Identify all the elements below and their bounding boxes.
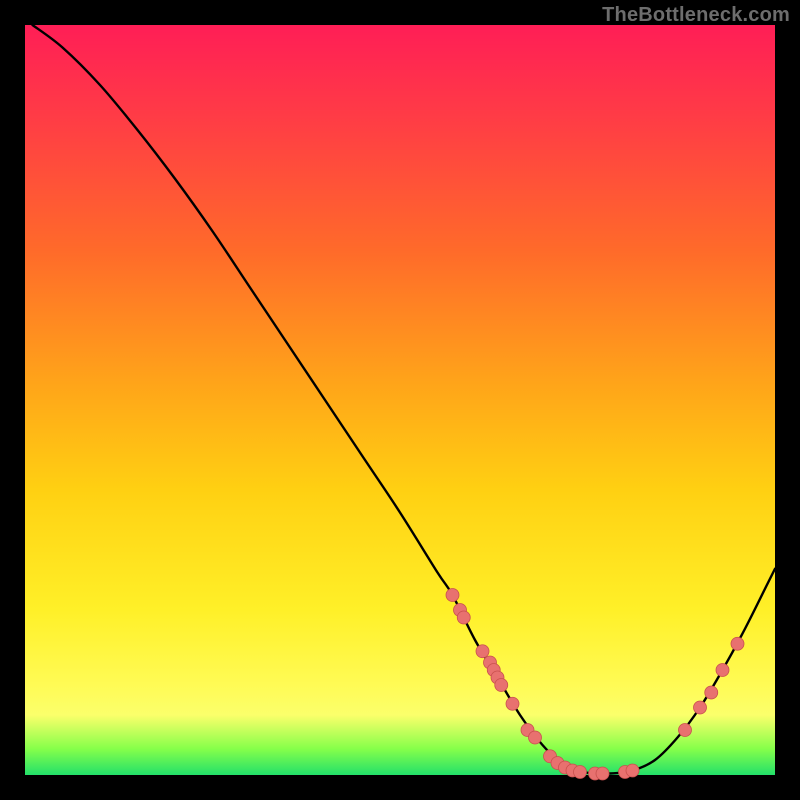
curve-marker	[596, 767, 609, 780]
curve-marker	[731, 637, 744, 650]
chart-frame: TheBottleneck.com	[0, 0, 800, 800]
curve-marker	[626, 764, 639, 777]
curve-marker	[495, 679, 508, 692]
curve-markers	[446, 589, 744, 781]
plot-area	[25, 25, 775, 775]
curve-marker	[457, 611, 470, 624]
curve-marker	[476, 645, 489, 658]
curve-marker	[446, 589, 459, 602]
curve-marker	[694, 701, 707, 714]
curve-marker	[705, 686, 718, 699]
curve-marker	[679, 724, 692, 737]
curve-layer	[25, 25, 775, 775]
curve-marker	[506, 697, 519, 710]
curve-marker	[529, 731, 542, 744]
curve-marker	[574, 766, 587, 779]
curve-marker	[716, 664, 729, 677]
watermark-text: TheBottleneck.com	[602, 4, 790, 27]
bottleneck-curve	[33, 25, 776, 774]
